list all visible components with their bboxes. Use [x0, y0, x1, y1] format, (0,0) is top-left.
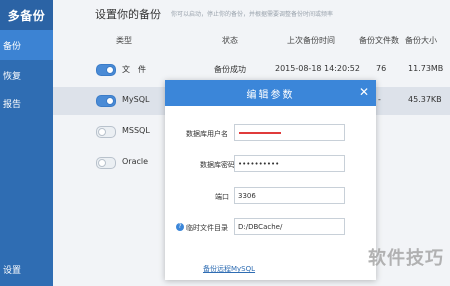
port-label: 端口 — [215, 193, 229, 201]
type-cell: 文 件 — [122, 65, 146, 74]
col-size: 备份大小 — [405, 36, 437, 45]
tempdir-field[interactable]: D:/DBCache/ — [234, 218, 345, 235]
size-cell: 11.73MB — [408, 64, 444, 73]
username-field[interactable] — [234, 124, 345, 141]
toggle-knob — [98, 159, 106, 167]
brand-logo: 多备份 — [0, 0, 53, 30]
col-file-count: 备份文件数 — [359, 36, 399, 45]
info-icon[interactable]: ? — [176, 223, 184, 231]
backup-toggle[interactable] — [96, 95, 116, 107]
remote-mysql-link[interactable]: 备份远程MySQL — [203, 264, 255, 274]
table-header: 类型 状态 上次备份时间 备份文件数 备份大小 — [53, 35, 450, 49]
time-cell: 2015-08-18 14:20:52 — [275, 64, 360, 73]
type-cell: MSSQL — [122, 126, 150, 135]
count-cell: 76 — [376, 64, 387, 73]
col-last-time: 上次备份时间 — [287, 36, 335, 45]
size-cell: 45.37KB — [408, 95, 442, 104]
page-note: 你可以启动，停止你的备份，并根据需要调整备份时间或频率 — [171, 11, 334, 18]
status-cell: 备份成功 — [214, 65, 246, 74]
port-field[interactable]: 3306 — [234, 187, 345, 204]
toggle-knob — [98, 128, 106, 136]
username-label: 数据库用户名 — [186, 130, 228, 138]
dialog-title: 编辑参数 — [165, 80, 376, 106]
sidebar-item-report[interactable]: 报告 — [0, 88, 53, 118]
edit-params-dialog: 编辑参数 ✕ 数据库用户名 数据库密码 •••••••••• 端口 3306 ?… — [165, 80, 376, 280]
col-type: 类型 — [116, 36, 132, 45]
backup-toggle[interactable] — [96, 126, 116, 138]
backup-toggle[interactable] — [96, 157, 116, 169]
col-status: 状态 — [222, 36, 238, 45]
count-cell: - — [378, 95, 381, 104]
sidebar: 多备份 备份 恢复 报告 设置 — [0, 0, 53, 286]
page-title: 设置你的备份 — [95, 8, 161, 21]
watermark: 软件技巧 — [368, 248, 444, 269]
toggle-knob — [106, 66, 114, 74]
backup-toggle[interactable] — [96, 64, 116, 76]
sidebar-item-backup[interactable]: 备份 — [0, 30, 53, 60]
sidebar-item-settings[interactable]: 设置 — [0, 263, 53, 276]
type-cell: Oracle — [122, 157, 149, 166]
close-icon[interactable]: ✕ — [358, 86, 370, 98]
tempdir-label: 临时文件目录 — [186, 224, 228, 232]
type-cell: MySQL — [122, 95, 150, 104]
redaction-mark — [239, 132, 281, 134]
sidebar-item-restore[interactable]: 恢复 — [0, 60, 53, 90]
password-label: 数据库密码 — [200, 161, 235, 169]
password-field[interactable]: •••••••••• — [234, 155, 345, 172]
toggle-knob — [106, 97, 114, 105]
